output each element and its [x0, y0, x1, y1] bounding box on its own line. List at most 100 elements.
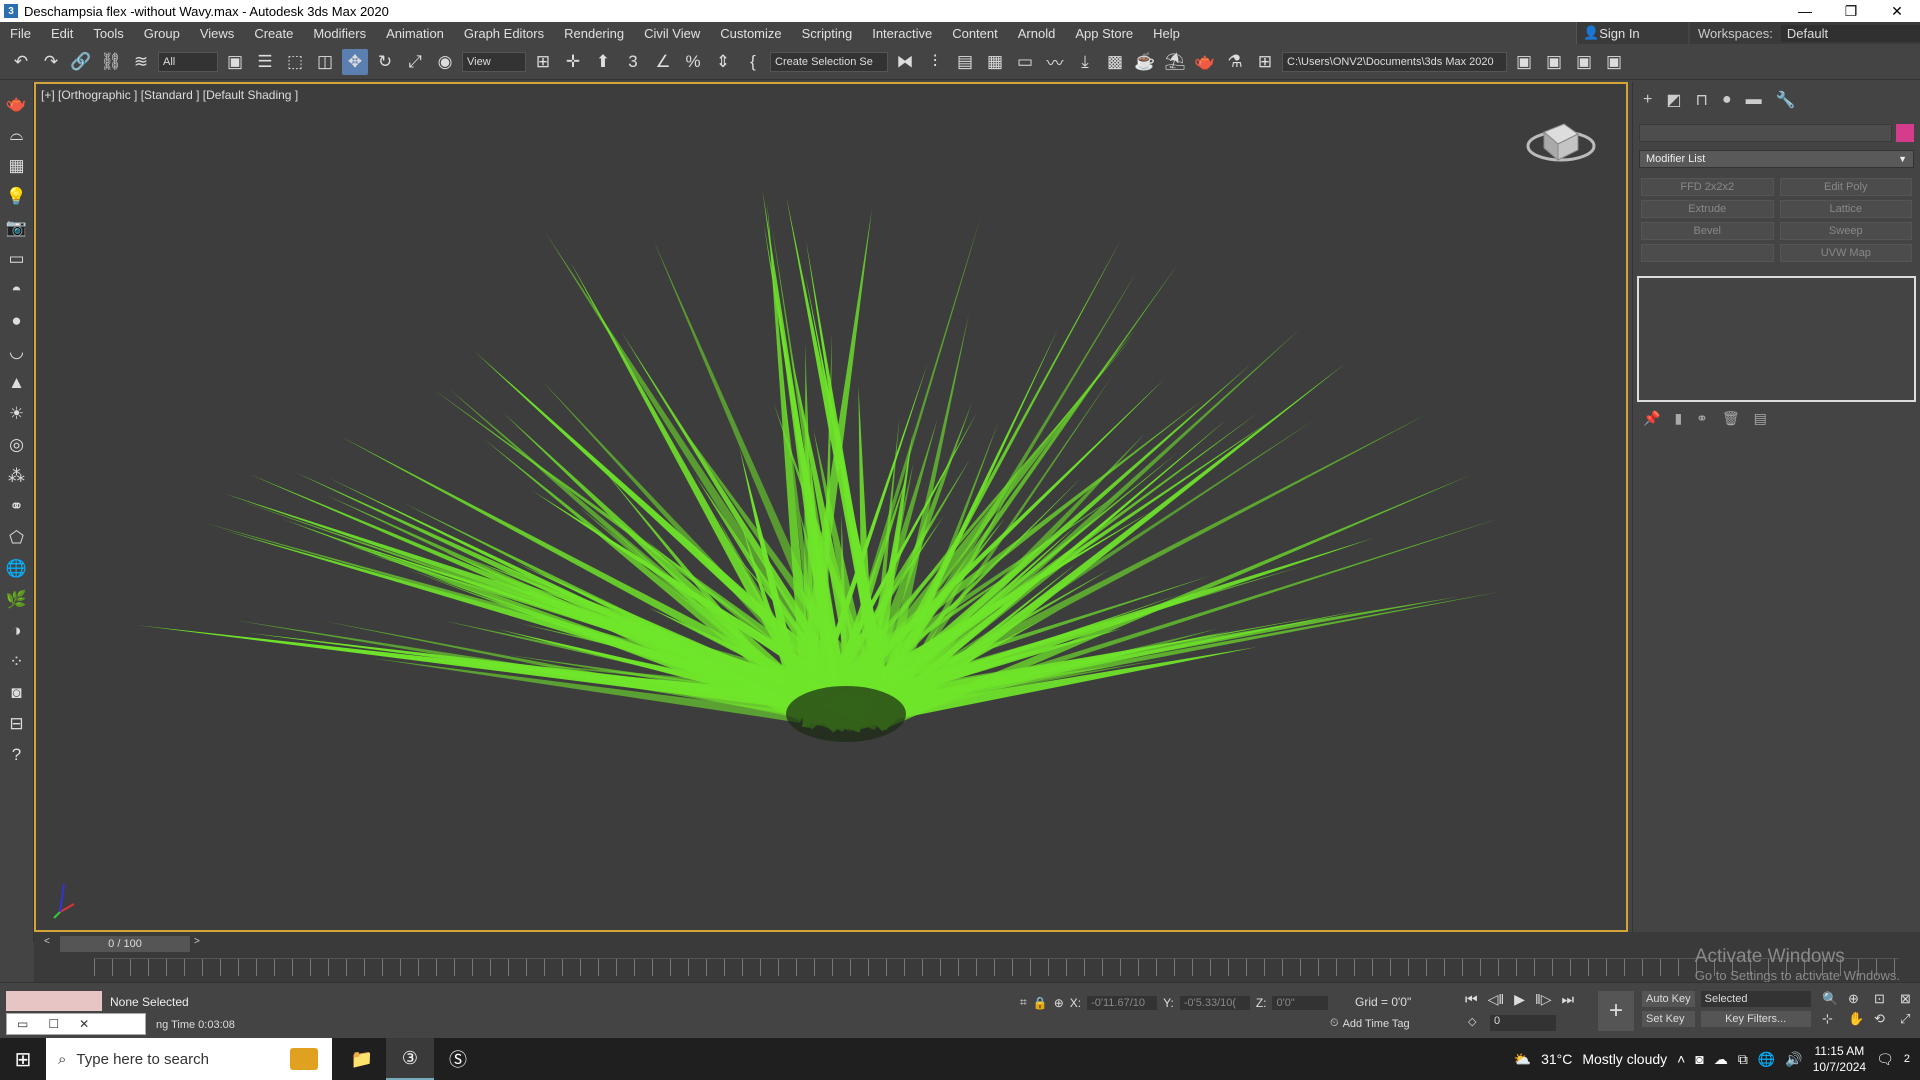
hierarchy-tab-icon[interactable]: ⊓ [1695, 90, 1707, 110]
modifier-sweep[interactable]: Sweep [1779, 222, 1912, 240]
prev-key-icon[interactable]: ◁‖ [1488, 991, 1505, 1008]
toggle-ribbon-icon[interactable]: ▦ [982, 49, 1008, 75]
modifier-bevel[interactable]: Bevel [1641, 222, 1774, 240]
modifier-list-dropdown[interactable]: Modifier List ▼ [1639, 150, 1914, 168]
redo-icon[interactable]: ↷ [38, 49, 64, 75]
light-icon[interactable]: 💡 [6, 185, 28, 209]
weather-text[interactable]: Mostly cloudy [1582, 1051, 1667, 1067]
percent-snap-icon[interactable]: % [680, 49, 706, 75]
spinner-snap-icon[interactable]: ⇕ [710, 49, 736, 75]
make-unique-icon[interactable]: ⚭ [1696, 410, 1708, 427]
edit-named-sets-icon[interactable]: { [740, 49, 766, 75]
scene-explorer-icon[interactable]: ▣ [1541, 49, 1567, 75]
zoom-extents-all-icon[interactable]: ⊠ [1900, 991, 1920, 1007]
modifier-stack[interactable] [1637, 276, 1916, 402]
z-coordinate-field[interactable]: 0'0" [1272, 995, 1329, 1010]
minimize-button[interactable]: — [1782, 3, 1828, 20]
key-mode-dropdown[interactable]: Selected [1700, 991, 1811, 1007]
pan-icon[interactable]: ✋ [1848, 1011, 1870, 1027]
goto-end-icon[interactable]: ⏭ [1562, 991, 1575, 1008]
schematic-view-icon[interactable]: 〰 [1042, 49, 1068, 75]
create-tab-icon[interactable]: + [1643, 91, 1652, 109]
rotate-icon[interactable]: ↻ [372, 49, 398, 75]
menu-create[interactable]: Create [244, 26, 303, 41]
network-icon[interactable]: ⧉ [1738, 1051, 1748, 1068]
lock-icon[interactable]: 🔒 [1033, 996, 1048, 1010]
scale-icon[interactable]: ⤢ [402, 49, 428, 75]
menu-file[interactable]: File [0, 26, 41, 41]
connect-icon[interactable]: ⚭ [6, 495, 28, 519]
next-frame-icon[interactable]: > [194, 936, 200, 947]
modifier-uvw-map[interactable]: UVW Map [1779, 244, 1912, 262]
unlink-icon[interactable]: ⛓ [98, 49, 124, 75]
material-editor-icon[interactable]: ⤓ [1072, 49, 1098, 75]
sign-in-button[interactable]: 👤 Sign In [1576, 22, 1688, 44]
notification-icon[interactable]: 🗨 [1876, 1051, 1894, 1068]
keyboard-shortcut-icon[interactable]: ⬆ [590, 49, 616, 75]
menu-arnold[interactable]: Arnold [1008, 26, 1066, 41]
globe-icon[interactable]: 🌐 [6, 557, 28, 581]
plane-icon[interactable]: ▭ [6, 247, 28, 271]
menu-modifiers[interactable]: Modifiers [303, 26, 376, 41]
next-key-icon[interactable]: ‖▷ [1535, 991, 1552, 1008]
minimized-window[interactable]: ▭ ☐ ✕ [6, 1013, 146, 1035]
menu-customize[interactable]: Customize [710, 26, 791, 41]
modifier-empty[interactable] [1641, 244, 1774, 262]
utilities-tab-icon[interactable]: 🔧 [1776, 90, 1796, 110]
move-icon[interactable]: ✥ [342, 48, 368, 75]
clock[interactable]: 11:15 AM 10/7/2024 [1813, 1043, 1866, 1075]
taskbar-search[interactable]: ⌕ Type here to search [46, 1038, 332, 1080]
select-object-icon[interactable]: ▣ [222, 49, 248, 75]
zoom-all-icon[interactable]: ⊕ [1848, 991, 1870, 1007]
particle-icon[interactable]: ⁂ [6, 464, 28, 488]
key-filters-button[interactable]: Key Filters... [1700, 1011, 1811, 1027]
rect-selection-icon[interactable]: ⬚ [282, 49, 308, 75]
motion-tab-icon[interactable]: ● [1722, 91, 1732, 109]
menu-graph-editors[interactable]: Graph Editors [454, 26, 554, 41]
app-s-icon[interactable]: Ⓢ [434, 1038, 482, 1080]
manipulate-icon[interactable]: ✛ [560, 49, 586, 75]
remove-modifier-icon[interactable]: 🗑 [1722, 410, 1740, 427]
weather-temp[interactable]: 31°C [1541, 1051, 1572, 1067]
orbit-icon[interactable]: ⟲ [1874, 1011, 1896, 1027]
render-iterative-icon[interactable]: ⚗ [1222, 49, 1248, 75]
prev-frame-icon[interactable]: < [44, 936, 50, 947]
goto-start-icon[interactable]: ⏮ [1465, 991, 1478, 1008]
fov-icon[interactable]: ⊹ [1822, 1011, 1844, 1027]
torus-icon[interactable]: ◎ [6, 433, 28, 457]
shape-icon[interactable]: ⌓ [6, 123, 28, 147]
menu-group[interactable]: Group [134, 26, 190, 41]
modifier-ffd[interactable]: FFD 2x2x2 [1641, 178, 1774, 196]
teapot-icon[interactable]: 🫖 [6, 92, 28, 116]
viewcube-icon[interactable] [1526, 104, 1596, 174]
align-icon[interactable]: ⫶ [922, 49, 948, 75]
selection-filter-dropdown[interactable]: All [158, 51, 218, 72]
restore-icon[interactable]: ☐ [48, 1017, 59, 1031]
container-icon[interactable]: ▣ [1601, 49, 1627, 75]
object-color-swatch[interactable] [1896, 124, 1914, 142]
color-palette-icon[interactable]: ⁘ [6, 650, 28, 674]
weather-cloud-icon[interactable]: ⛅ [1514, 1051, 1531, 1068]
absolute-mode-icon[interactable]: ⊕ [1054, 996, 1064, 1010]
play-icon[interactable]: ▶ [1514, 991, 1525, 1008]
scene-icon[interactable]: ▦ [6, 154, 28, 178]
close-icon[interactable]: ✕ [79, 1017, 89, 1031]
reference-coord-dropdown[interactable]: View [462, 51, 526, 72]
mirror-icon[interactable]: ⧓ [892, 49, 918, 75]
pin-stack-icon[interactable]: 📌 [1643, 410, 1660, 427]
utility-icon[interactable]: ⊟ [6, 712, 28, 736]
auto-key-button[interactable]: Auto Key [1642, 991, 1695, 1007]
onedrive-icon[interactable]: ☁ [1714, 1051, 1728, 1068]
camera-icon[interactable]: 📷 [6, 216, 28, 240]
angle-snap-icon[interactable]: ∠ [650, 49, 676, 75]
display-tab-icon[interactable]: ▬ [1746, 91, 1762, 109]
set-key-button[interactable]: Set Key [1642, 1011, 1695, 1027]
help-icon[interactable]: ? [6, 743, 28, 767]
menu-civil-view[interactable]: Civil View [634, 26, 710, 41]
object-name-field[interactable] [1639, 124, 1892, 142]
windows-start-icon[interactable]: ⊞ [0, 1047, 46, 1072]
place-icon[interactable]: ◉ [432, 49, 458, 75]
menu-app-store[interactable]: App Store [1065, 26, 1143, 41]
render-frame-icon[interactable]: ◙ [6, 681, 28, 705]
workspace-dropdown[interactable]: Default [1780, 24, 1920, 42]
